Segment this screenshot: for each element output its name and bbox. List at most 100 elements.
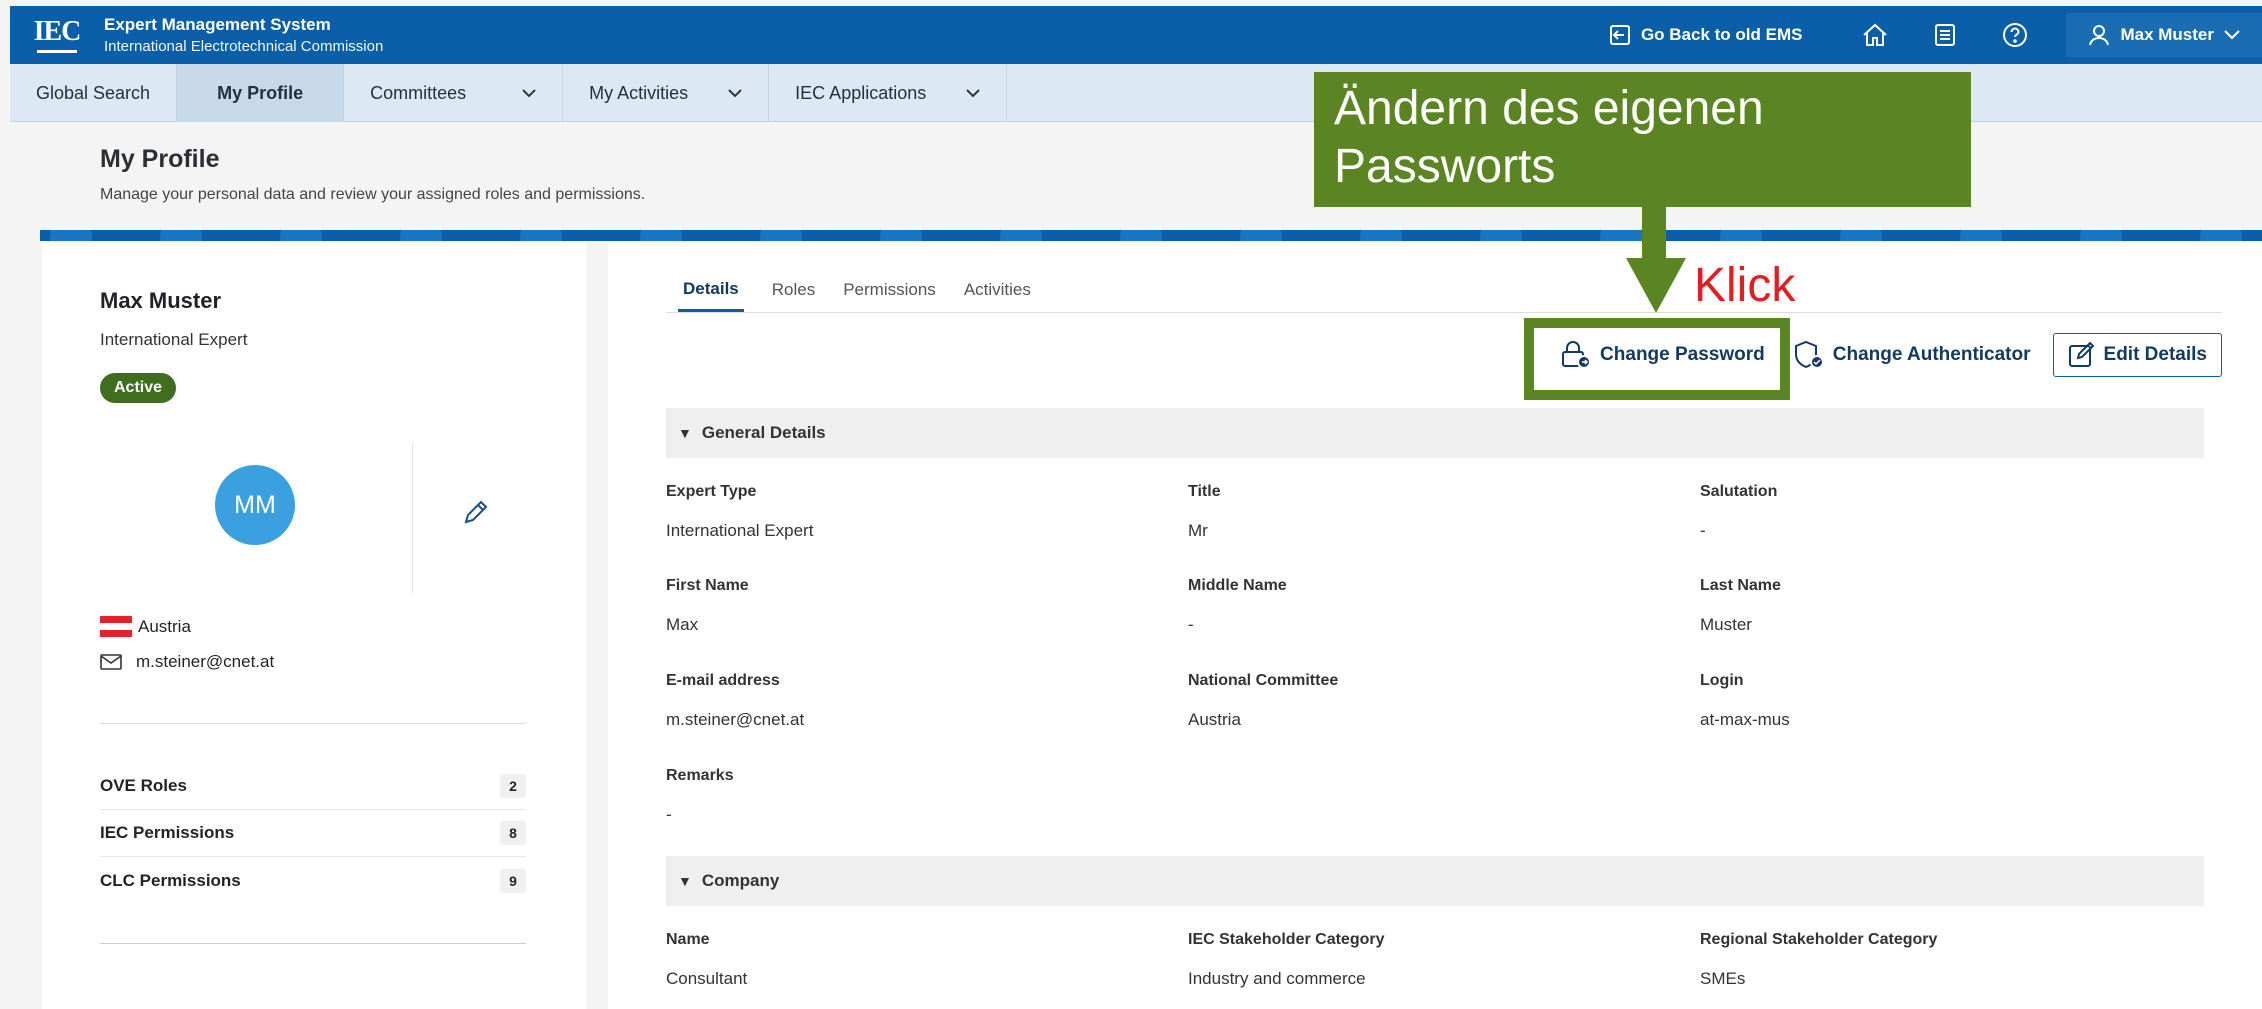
caret-down-icon: ▼ bbox=[678, 425, 692, 441]
general-details-header[interactable]: ▼ General Details bbox=[666, 408, 2204, 458]
field: IEC Stakeholder Category Industry and com… bbox=[1188, 931, 1385, 988]
top-bar: IEC Expert Management System Internation… bbox=[10, 6, 2262, 64]
field: Login at-max-mus bbox=[1700, 672, 1790, 729]
field: Regional Stakeholder Category SMEs bbox=[1700, 931, 1938, 988]
divider bbox=[412, 443, 413, 593]
caret-down-icon: ▼ bbox=[678, 873, 692, 889]
org-name: International Electrotechnical Commissio… bbox=[104, 38, 384, 55]
annotation-arrow-shaft bbox=[1642, 207, 1666, 261]
nav-global-search[interactable]: Global Search bbox=[10, 64, 178, 122]
iec-logo[interactable]: IEC bbox=[24, 6, 90, 64]
exit-icon bbox=[1609, 25, 1630, 45]
annotation-highlight-box bbox=[1524, 318, 1790, 400]
section-title: General Details bbox=[701, 423, 826, 442]
chevron-down-icon bbox=[728, 88, 742, 97]
profile-expert-type: International Expert bbox=[100, 330, 248, 349]
top-bar-actions: Go Back to old EMS Max Muster bbox=[1609, 6, 2262, 64]
decorative-band bbox=[40, 230, 2262, 241]
nav-label: My Profile bbox=[217, 82, 304, 103]
edit-details-label: Edit Details bbox=[2103, 344, 2207, 365]
country-name: Austria bbox=[138, 616, 191, 636]
app-title: Expert Management System bbox=[104, 15, 331, 34]
edit-avatar-button[interactable] bbox=[462, 498, 490, 531]
company-header[interactable]: ▼ Company bbox=[666, 856, 2204, 906]
austria-flag-icon bbox=[100, 616, 132, 637]
role-count: 9 bbox=[500, 868, 526, 893]
chevron-down-icon bbox=[2224, 30, 2240, 40]
status-badge: Active bbox=[100, 373, 177, 403]
list-item[interactable]: CLC Permissions 9 bbox=[100, 857, 526, 904]
user-name: Max Muster bbox=[2120, 25, 2214, 44]
divider bbox=[100, 723, 526, 724]
tab-bar: Details Roles Permissions Activities bbox=[666, 243, 2222, 313]
edit-icon bbox=[2068, 342, 2094, 367]
user-menu[interactable]: Max Muster bbox=[2066, 13, 2262, 57]
field: Title Mr bbox=[1188, 483, 1221, 540]
divider bbox=[100, 943, 526, 944]
list-icon bbox=[1935, 24, 1956, 46]
user-icon bbox=[2089, 25, 2110, 46]
email-text: m.steiner@cnet.at bbox=[136, 652, 275, 671]
field: Name Consultant bbox=[666, 931, 748, 988]
page-subtitle: Manage your personal data and review you… bbox=[100, 186, 646, 203]
profile-card: Max Muster International Expert Active M… bbox=[42, 243, 586, 1009]
country-row: Austria bbox=[100, 616, 191, 637]
field: Remarks - bbox=[666, 767, 734, 824]
field: National Committee Austria bbox=[1188, 672, 1339, 729]
role-label: OVE Roles bbox=[100, 776, 187, 795]
page-title: My Profile bbox=[100, 145, 220, 173]
nav-iec-applications[interactable]: IEC Applications bbox=[769, 64, 1008, 122]
role-label: CLC Permissions bbox=[100, 870, 241, 890]
home-button[interactable] bbox=[1840, 23, 1910, 47]
profile-name: Max Muster bbox=[100, 288, 222, 313]
app-window: IEC Expert Management System Internation… bbox=[0, 0, 2262, 1009]
change-authenticator-button[interactable]: Change Authenticator bbox=[1779, 333, 2045, 377]
home-icon bbox=[1863, 23, 1888, 46]
field: Last Name Muster bbox=[1700, 577, 1781, 634]
role-count: 8 bbox=[500, 821, 526, 845]
annotation-arrow-head bbox=[1626, 258, 1686, 313]
help-icon bbox=[2003, 23, 2028, 47]
role-label: IEC Permissions bbox=[100, 823, 235, 842]
nav-label: IEC Applications bbox=[795, 82, 927, 103]
logo-underline bbox=[37, 49, 77, 53]
chevron-down-icon bbox=[522, 88, 536, 97]
shield-icon bbox=[1794, 340, 1824, 369]
brand: Expert Management System International E… bbox=[104, 15, 383, 55]
field: Salutation - bbox=[1700, 483, 1778, 540]
list-button[interactable] bbox=[1910, 23, 1980, 47]
email-row: m.steiner@cnet.at bbox=[100, 652, 274, 672]
annotation-callout: Ändern des eigenen Passworts bbox=[1314, 72, 1971, 207]
field: Expert Type International Expert bbox=[666, 483, 814, 540]
role-count: 2 bbox=[500, 774, 526, 798]
change-authenticator-label: Change Authenticator bbox=[1832, 344, 2031, 365]
nav-label: Committees bbox=[370, 82, 467, 103]
details-card: Details Roles Permissions Activities Cha… bbox=[608, 243, 2262, 1009]
chevron-down-icon bbox=[966, 88, 980, 97]
tab-details[interactable]: Details bbox=[678, 279, 744, 312]
go-back-link[interactable]: Go Back to old EMS bbox=[1609, 24, 1803, 46]
list-item[interactable]: IEC Permissions 8 bbox=[100, 810, 526, 857]
pencil-icon bbox=[464, 500, 488, 524]
avatar: MM bbox=[215, 465, 295, 545]
tab-activities[interactable]: Activities bbox=[964, 280, 1031, 312]
nav-label: Global Search bbox=[36, 82, 151, 103]
field: Middle Name - bbox=[1188, 577, 1287, 634]
page-header: My Profile Manage your personal data and… bbox=[100, 145, 645, 204]
nav-my-activities[interactable]: My Activities bbox=[563, 64, 770, 122]
section-title: Company bbox=[701, 871, 780, 890]
nav-my-profile[interactable]: My Profile bbox=[177, 64, 345, 122]
nav-label: My Activities bbox=[589, 82, 689, 103]
tab-permissions[interactable]: Permissions bbox=[843, 280, 936, 312]
help-button[interactable] bbox=[1980, 22, 2050, 48]
nav-committees[interactable]: Committees bbox=[344, 64, 564, 122]
field: First Name Max bbox=[666, 577, 749, 634]
edit-details-button[interactable]: Edit Details bbox=[2052, 333, 2222, 377]
annotation-click-label: Klick bbox=[1694, 259, 1796, 312]
logo-text: IEC bbox=[33, 15, 82, 47]
roles-summary: OVE Roles 2 IEC Permissions 8 CLC Permis… bbox=[100, 763, 526, 904]
list-item[interactable]: OVE Roles 2 bbox=[100, 763, 526, 810]
tab-roles[interactable]: Roles bbox=[772, 280, 815, 312]
go-back-label: Go Back to old EMS bbox=[1640, 25, 1803, 44]
field: E-mail address m.steiner@cnet.at bbox=[666, 672, 805, 729]
